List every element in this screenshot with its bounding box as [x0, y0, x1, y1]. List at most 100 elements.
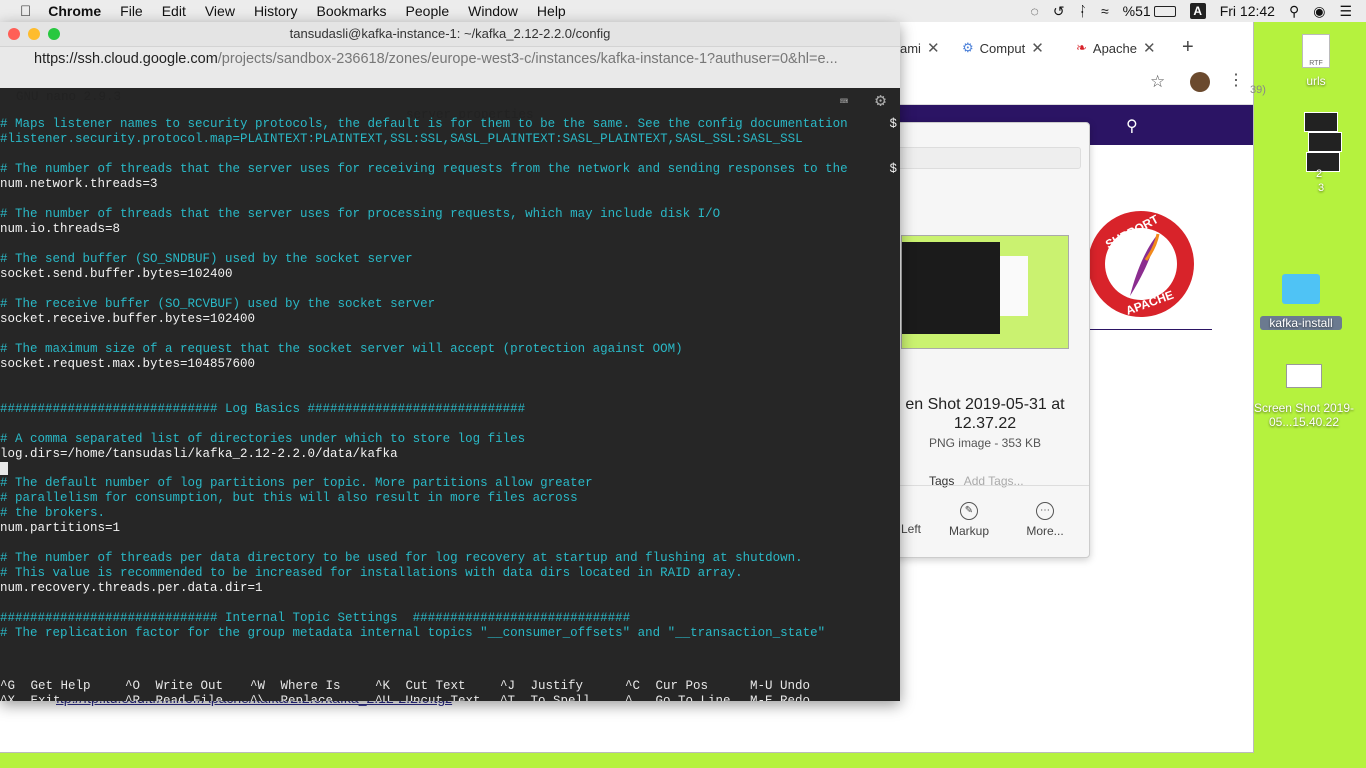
bookmark-star-icon[interactable]: ☆ — [1150, 72, 1165, 92]
comment-line: # This value is recommended to be increa… — [0, 566, 900, 581]
browser-toolbar: ☆ ⋮ 39) — [900, 62, 1266, 105]
desktop-icon-urls[interactable]: RTF urls — [1284, 34, 1348, 88]
shortcut-exit[interactable]: ^X Exit — [0, 694, 61, 701]
profile-avatar[interactable] — [1190, 72, 1210, 92]
menu-edit[interactable]: Edit — [162, 3, 186, 19]
new-tab-button[interactable]: + — [1182, 36, 1194, 59]
desktop-icon-label: urls — [1306, 74, 1326, 88]
editor-buffer[interactable]: # Maps listener names to security protoc… — [0, 117, 900, 641]
shortcut-justify[interactable]: ^J Justify — [500, 679, 583, 694]
tab-ami[interactable]: ami ✕ — [900, 36, 940, 60]
menu-bookmarks[interactable]: Bookmarks — [317, 3, 387, 19]
shortcut-label: To Spell — [523, 694, 591, 701]
quicklook-panel: en Shot 2019-05-31 at 12.37.22 PNG image… — [880, 122, 1090, 558]
minimize-window-button[interactable] — [28, 28, 40, 40]
shortcut-where-is[interactable]: ^W Where Is — [250, 679, 341, 694]
shortcut-read-file[interactable]: ^R Read File — [125, 694, 223, 701]
nano-version: GNU nano 2.9.3 — [16, 90, 122, 104]
menu-view[interactable]: View — [205, 3, 235, 19]
tab-label: ami — [900, 40, 921, 56]
shortcut-write-out[interactable]: ^O Write Out — [125, 679, 223, 694]
line-text: # The number of threads per data directo… — [0, 551, 803, 565]
shortcut-to-spell[interactable]: ^T To Spell — [500, 694, 591, 701]
divider — [1088, 329, 1212, 330]
config-line: num.network.threads=3 — [0, 177, 900, 192]
desktop-icon-kafka-install[interactable]: kafka-install — [1260, 274, 1342, 330]
desktop-icon-screenshot[interactable]: Screen Shot 2019-05...15.40.22 — [1248, 364, 1360, 429]
close-tab-icon[interactable]: ✕ — [1143, 39, 1156, 57]
support-apache-logo[interactable]: SUPPORT APACHE — [1086, 208, 1196, 320]
search-icon[interactable]: ⚲ — [1126, 116, 1138, 136]
menu-app-chrome[interactable]: Chrome — [48, 3, 101, 19]
comment-line: # The number of threads that the server … — [0, 162, 900, 177]
stray-text: 39) — [1250, 84, 1266, 96]
file-meta: PNG image - 353 KB — [928, 436, 1042, 450]
desktop-stack[interactable]: 2 3 — [1294, 112, 1344, 194]
spotlight-search-icon[interactable]: ⚲ — [1289, 3, 1299, 20]
action-label: Left — [900, 522, 921, 536]
comment-line: # The default number of log partitions p… — [0, 476, 900, 491]
siri-icon[interactable]: ◉ — [1313, 3, 1325, 20]
shortcut-uncut-text[interactable]: ^U Uncut Text — [375, 694, 481, 701]
shortcut-label: Undo — [772, 679, 811, 693]
screenshot-thumbnail[interactable] — [901, 235, 1069, 349]
tab-apache[interactable]: ❧ Apache ✕ — [1070, 36, 1162, 60]
action-label: Markup — [948, 524, 989, 538]
tab-compute[interactable]: ⚙ Comput ✕ — [962, 36, 1044, 60]
line-text: # The number of threads that the server … — [0, 207, 721, 221]
shortcut-get-help[interactable]: ^G Get Help — [0, 679, 91, 694]
battery-indicator[interactable]: %51 — [1123, 3, 1176, 19]
shortcut-label: Cur Pos — [648, 679, 709, 693]
zoom-window-button[interactable] — [48, 28, 60, 40]
comment-line: # the brokers. — [0, 506, 900, 521]
shortcut-redo[interactable]: M-E Redo — [750, 694, 810, 701]
shortcut-undo[interactable]: M-U Undo — [750, 679, 810, 694]
shortcut-label: Write Out — [148, 679, 224, 693]
notification-center-icon[interactable]: ☰ — [1339, 3, 1352, 20]
menu-file[interactable]: File — [120, 3, 143, 19]
input-source-icon[interactable]: A — [1189, 3, 1206, 19]
menu-people[interactable]: People — [406, 3, 450, 19]
time-machine-icon[interactable]: ↺ — [1053, 3, 1065, 20]
quicklook-search-field[interactable] — [893, 147, 1081, 169]
markup-button[interactable]: ✎ Markup — [939, 502, 999, 538]
window-title-bar[interactable]: tansudasli@kafka-instance-1: ~/kafka_2.1… — [0, 22, 900, 46]
close-tab-icon[interactable]: ✕ — [927, 39, 940, 57]
shortcut-key: M-U — [750, 679, 773, 693]
line-text: socket.receive.buffer.bytes=102400 — [0, 312, 256, 326]
shortcut-go-to-line[interactable]: ^_ Go To Line — [625, 694, 731, 701]
menu-help[interactable]: Help — [537, 3, 566, 19]
shortcut-cut-text[interactable]: ^K Cut Text — [375, 679, 466, 694]
close-tab-icon[interactable]: ✕ — [1031, 39, 1044, 57]
config-line: num.recovery.threads.per.data.dir=1 — [0, 581, 900, 596]
chrome-menu-icon[interactable]: ⋮ — [1228, 70, 1244, 90]
compute-engine-icon: ⚙ — [962, 40, 974, 55]
line-text: num.network.threads=3 — [0, 177, 158, 191]
clock[interactable]: Fri 12:42 — [1220, 3, 1275, 19]
close-window-button[interactable] — [8, 28, 20, 40]
comment-line: # The receive buffer (SO_RCVBUF) used by… — [0, 297, 900, 312]
menu-window[interactable]: Window — [468, 3, 518, 19]
apple-menu-icon[interactable]:  — [20, 3, 31, 20]
shortcut-replace[interactable]: ^\ Replace — [250, 694, 333, 701]
more-button[interactable]: ⋯ More... — [1015, 502, 1075, 538]
line-text: #listener.security.protocol.map=PLAINTEX… — [0, 132, 803, 146]
menu-history[interactable]: History — [254, 3, 298, 19]
address-bar[interactable]: https://ssh.cloud.google.com/projects/sa… — [0, 46, 900, 71]
bluetooth-icon[interactable]: ᛛ — [1079, 3, 1087, 19]
line-text: # The replication factor for the group m… — [0, 626, 826, 640]
battery-icon — [1153, 5, 1176, 17]
gear-icon[interactable]: ⚙ — [875, 90, 886, 112]
shortcut-key: ^R — [125, 694, 141, 701]
terminal-screen[interactable]: GNU nano 2.9.3 server.properties ⌨ ⚙ # M… — [0, 70, 900, 701]
shortcut-key: ^_ — [625, 694, 641, 701]
status-area: ◌ ↺ ᛛ ≈ %51 A Fri 12:42 ⚲ ◉ ☰ — [1031, 0, 1366, 22]
wifi-icon[interactable]: ≈ — [1101, 3, 1109, 19]
shortcut-cur-pos[interactable]: ^C Cur Pos — [625, 679, 708, 694]
markup-icon: ✎ — [960, 502, 978, 520]
shortcut-key: ^U — [375, 694, 391, 701]
line-text: num.partitions=1 — [0, 521, 121, 535]
do-not-disturb-icon[interactable]: ◌ — [1031, 3, 1039, 19]
keyboard-icon[interactable]: ⌨ — [840, 94, 848, 111]
